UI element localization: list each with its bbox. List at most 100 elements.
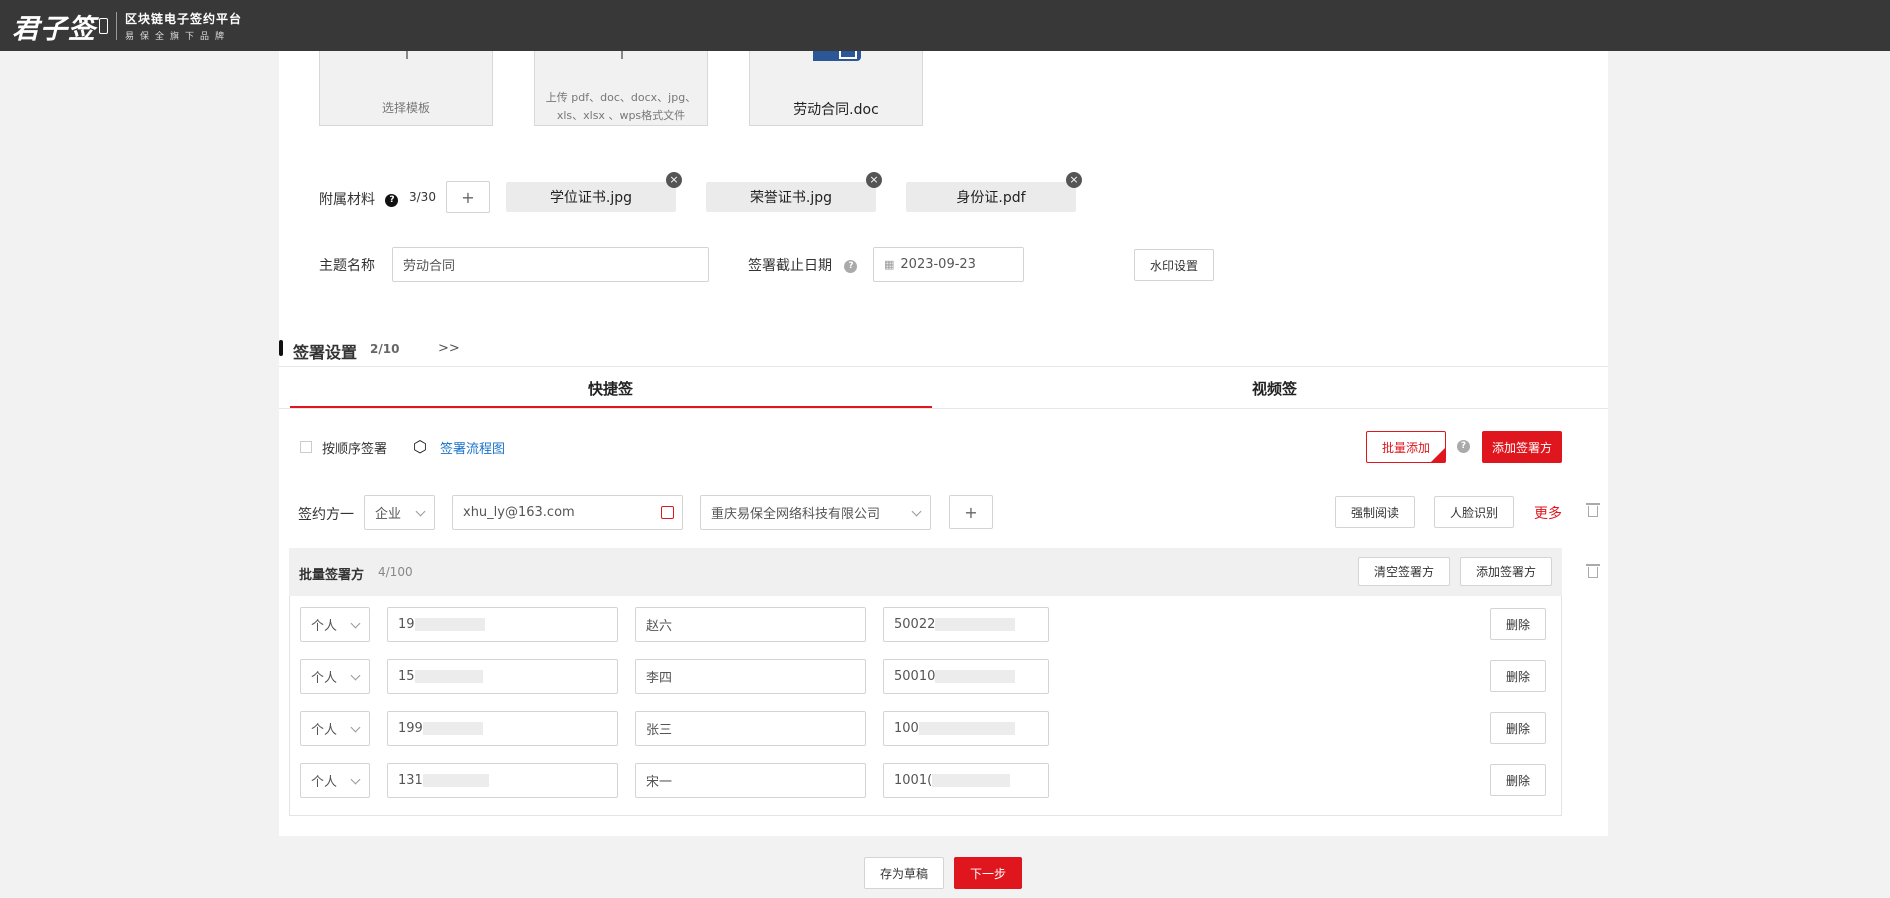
deadline-date-input[interactable]: ▦ 2023-09-23 [873, 247, 1024, 282]
help-icon[interactable]: ? [844, 259, 858, 273]
tab-video-sign[interactable]: 视频签 [1252, 378, 1297, 399]
add-attachment-button[interactable]: + [446, 181, 490, 213]
watermark-settings-button[interactable]: 水印设置 [1134, 249, 1214, 281]
redacted-mask [414, 670, 483, 683]
signer-type-value: 个人 [311, 775, 338, 790]
batch-add-button[interactable]: 批量添加 [1366, 431, 1446, 463]
signer-name-input[interactable]: 宋一 [635, 763, 866, 798]
signer-type-select[interactable]: 个人 [300, 763, 370, 798]
deadline-value: 2023-09-23 [900, 257, 976, 272]
signer-type-select[interactable]: 个人 [300, 659, 370, 694]
delete-row-button[interactable]: 删除 [1490, 764, 1546, 796]
redacted-mask [918, 722, 1015, 735]
signer-id-input[interactable]: 100 [883, 711, 1049, 746]
signer-one-label: 签约方一 [298, 507, 354, 523]
signer-company-select[interactable]: 重庆易保全网络科技有限公司 [700, 495, 931, 530]
brand-tagline: 区块链电子签约平台 易保全旗下品牌 [125, 10, 242, 42]
signer-phone-value: 15 [398, 669, 415, 684]
sign-settings-count: 2/10 [370, 342, 400, 356]
signer-phone-value: 131 [398, 773, 423, 788]
signer-phone-value: 19 [398, 617, 415, 632]
help-icon[interactable]: ? [1457, 440, 1470, 453]
signer-type-select[interactable]: 企业 [364, 495, 435, 530]
save-draft-button[interactable]: 存为草稿 [864, 857, 944, 889]
brand-name: 君子签 [12, 13, 96, 45]
batch-add-label: 批量添加 [1381, 440, 1430, 455]
attachments-label: 附属材料 ? [319, 189, 399, 209]
select-template-card[interactable]: 选择模板 [319, 51, 493, 126]
chevron-down-icon [350, 670, 361, 681]
help-icon[interactable]: ? [385, 193, 399, 207]
delete-row-button[interactable]: 删除 [1490, 712, 1546, 744]
subject-input[interactable]: 劳动合同 [392, 247, 709, 282]
redacted-mask [422, 774, 489, 787]
chevron-down-icon [350, 722, 361, 733]
more-options-link[interactable]: 更多 [1534, 503, 1562, 523]
signer-id-value: 50022 [894, 617, 936, 632]
signer-id-value: 100 [894, 721, 919, 736]
sign-flowchart-link[interactable]: 签署流程图 [440, 438, 505, 457]
batch-signers-title: 批量签署方 [299, 568, 365, 583]
tab-quick-sign[interactable]: 快捷签 [588, 378, 633, 399]
upload-file-card[interactable]: 上传 pdf、doc、docx、jpg、xls、xlsx 、wps格式文件 [534, 51, 708, 126]
select-template-label: 选择模板 [381, 101, 430, 115]
signer-phone-input[interactable]: 199 [387, 711, 618, 746]
signer-name-value: 赵六 [646, 619, 673, 634]
uploaded-document-card[interactable]: 劳动合同.doc [749, 51, 923, 126]
remove-attachment-icon[interactable]: × [1066, 172, 1082, 188]
redacted-mask [932, 774, 1011, 787]
seal-icon [99, 18, 108, 34]
signer-email-value: xhu_ly@163.com [463, 505, 575, 520]
signer-name-value: 李四 [646, 671, 673, 686]
contact-book-icon[interactable] [661, 506, 674, 519]
signer-phone-input[interactable]: 19 [387, 607, 618, 642]
expand-toggle[interactable]: >> [438, 341, 460, 356]
signer-id-input[interactable]: 1001( [883, 763, 1049, 798]
signer-id-value: 1001( [894, 773, 933, 788]
add-signer-field-button[interactable]: + [949, 495, 993, 529]
add-signer-button[interactable]: 添加签署方 [1482, 431, 1562, 463]
brand-logo[interactable]: 君子签 区块链电子签约平台 易保全旗下品牌 [12, 6, 242, 46]
sign-settings-title: 签署设置 [293, 343, 358, 362]
chevron-down-icon [350, 618, 361, 629]
sequential-sign-label: 按顺序签署 [322, 442, 388, 457]
signer-id-input[interactable]: 50010 [883, 659, 1049, 694]
signer-id-value: 50010 [894, 669, 936, 684]
signer-type-select[interactable]: 个人 [300, 607, 370, 642]
forced-read-button[interactable]: 强制阅读 [1335, 496, 1415, 528]
chevron-down-icon [350, 774, 361, 785]
calendar-icon: ▦ [884, 258, 895, 271]
redacted-mask [935, 618, 1016, 631]
attachments-count: 3/30 [409, 190, 436, 204]
signer-id-input[interactable]: 50022 [883, 607, 1049, 642]
signer-phone-input[interactable]: 131 [387, 763, 618, 798]
signer-name-input[interactable]: 李四 [635, 659, 866, 694]
signer-email-input[interactable]: xhu_ly@163.com [452, 495, 683, 530]
trash-icon[interactable] [1586, 503, 1600, 517]
add-batch-signer-button[interactable]: 添加签署方 [1460, 557, 1552, 586]
face-recognition-button[interactable]: 人脸识别 [1434, 496, 1514, 528]
delete-row-button[interactable]: 删除 [1490, 608, 1546, 640]
signer-type-select[interactable]: 个人 [300, 711, 370, 746]
signer-name-input[interactable]: 张三 [635, 711, 866, 746]
next-step-button[interactable]: 下一步 [954, 857, 1022, 889]
section-marker [279, 340, 283, 356]
sequential-sign-checkbox[interactable] [300, 441, 312, 453]
cube-icon: ⬡ [413, 437, 427, 456]
trash-icon[interactable] [1586, 564, 1600, 578]
delete-row-button[interactable]: 删除 [1490, 660, 1546, 692]
logo-divider [116, 12, 117, 40]
remove-attachment-icon[interactable]: × [866, 172, 882, 188]
deadline-label-text: 签署截止日期 [748, 258, 832, 274]
remove-attachment-icon[interactable]: × [666, 172, 682, 188]
signer-name-input[interactable]: 赵六 [635, 607, 866, 642]
signer-type-value: 个人 [311, 671, 338, 686]
subject-value: 劳动合同 [403, 259, 456, 274]
redacted-mask [414, 618, 485, 631]
signer-phone-input[interactable]: 15 [387, 659, 618, 694]
tabs-top-divider [279, 366, 1608, 367]
clear-signers-button[interactable]: 清空签署方 [1358, 557, 1450, 586]
redacted-mask [935, 670, 1016, 683]
attachment-file-name: 学位证书.jpg [549, 190, 633, 206]
signer-company-value: 重庆易保全网络科技有限公司 [711, 507, 881, 522]
